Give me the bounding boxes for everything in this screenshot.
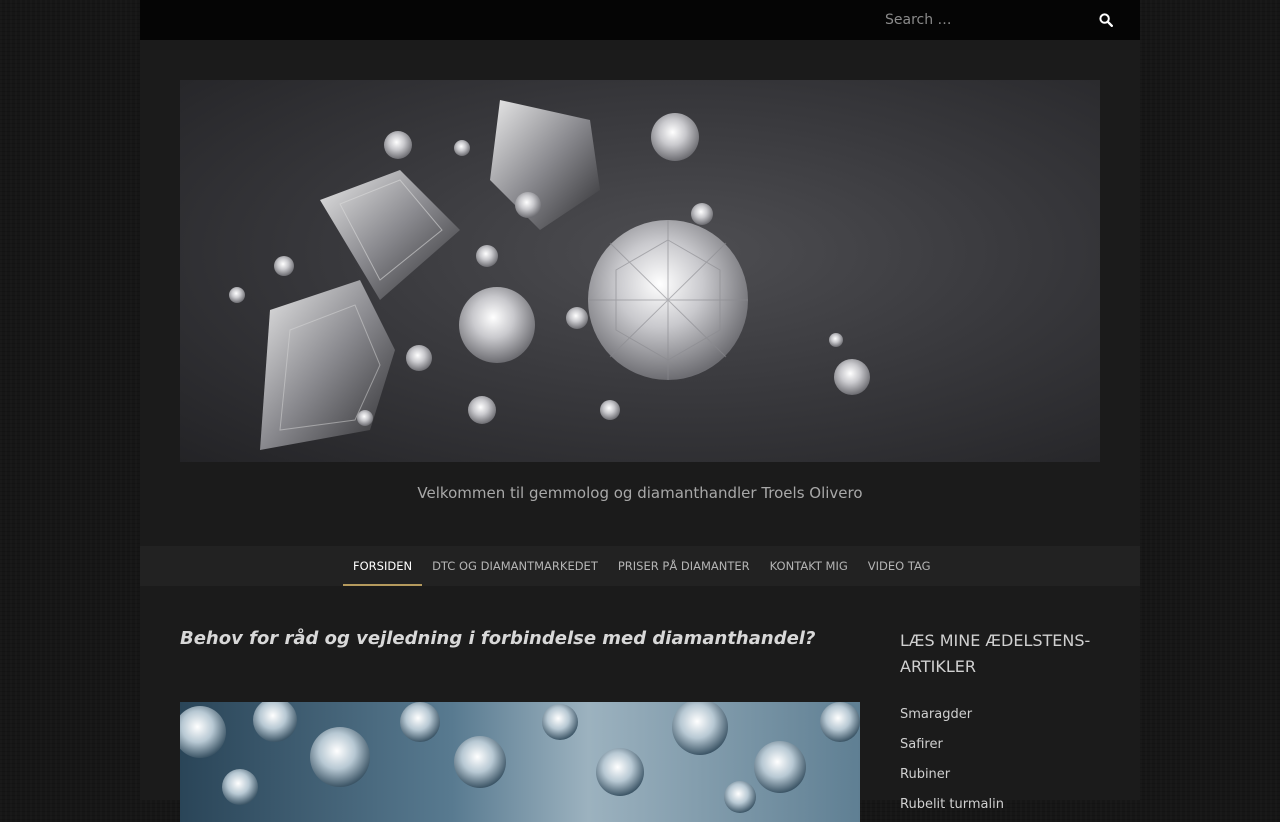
site-tagline: Velkommen til gemmolog og diamanthandler… <box>417 484 863 502</box>
nav-item-video-tag[interactable]: VIDEO TAG <box>858 546 941 586</box>
sidebar-link-smaragder[interactable]: Smaragder <box>900 707 972 722</box>
content-image-diamonds <box>180 702 860 822</box>
sidebar-link-rubiner[interactable]: Rubiner <box>900 767 950 782</box>
nav-item-forsiden[interactable]: FORSIDEN <box>343 546 423 586</box>
header-image-diamonds <box>180 80 1100 462</box>
sidebar: LÆS MINE ÆDELSTENS-ARTIKLER Smaragder Sa… <box>900 628 1100 818</box>
page-container: Velkommen til gemmolog og diamanthandler… <box>140 0 1140 822</box>
search-icon[interactable] <box>1096 10 1116 30</box>
nav-item-priser-pa-diamanter[interactable]: PRISER PÅ DIAMANTER <box>608 546 760 586</box>
nav-item-dtc-og-diamantmarkedet[interactable]: DTC OG DIAMANTMARKEDET <box>422 546 608 586</box>
sidebar-widget-title: LÆS MINE ÆDELSTENS-ARTIKLER <box>900 631 1091 676</box>
page-title: Behov for råd og vejledning i forbindels… <box>180 628 816 649</box>
list-item: Smaragder <box>900 698 1100 728</box>
sidebar-article-list: Smaragder Safirer Rubiner Rubelit turmal… <box>900 698 1100 818</box>
main-navigation: FORSIDEN DTC OG DIAMANTMARKEDET PRISER P… <box>140 546 1140 586</box>
sidebar-link-rubelit-turmalin[interactable]: Rubelit turmalin <box>900 797 1004 812</box>
top-bar <box>140 0 1140 40</box>
nav-item-kontakt-mig[interactable]: KONTAKT MIG <box>760 546 858 586</box>
list-item: Safirer <box>900 728 1100 758</box>
sidebar-link-safirer[interactable]: Safirer <box>900 737 943 752</box>
list-item: Rubiner <box>900 758 1100 788</box>
search-input[interactable] <box>875 8 1105 32</box>
list-item: Rubelit turmalin <box>900 788 1100 818</box>
